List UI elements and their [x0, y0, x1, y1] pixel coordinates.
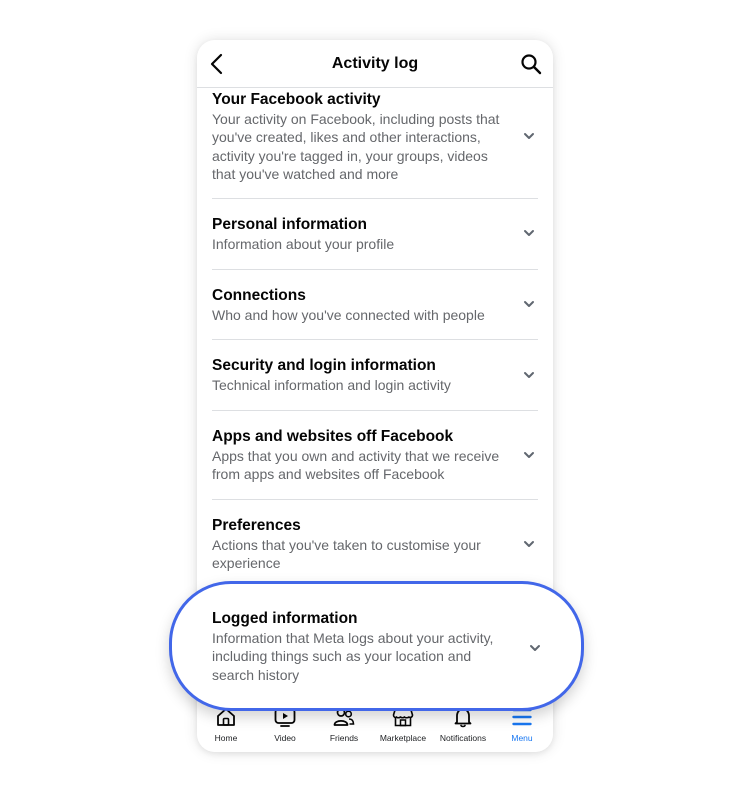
nav-home[interactable]: Home	[197, 706, 255, 743]
divider	[212, 339, 538, 340]
section-apps-and-websites[interactable]: Apps and websites off Facebook Apps that…	[212, 427, 538, 484]
page-title: Activity log	[331, 55, 419, 72]
section-description: Actions that you've taken to customise y…	[212, 537, 481, 572]
section-logged-information[interactable]: Logged information Information that Meta…	[212, 609, 542, 684]
nav-marketplace[interactable]: Marketplace	[374, 706, 432, 743]
section-title: Preferences	[212, 517, 301, 534]
section-title: Security and login information	[212, 357, 436, 374]
app-header: Activity log	[197, 40, 553, 88]
nav-label: Home	[214, 733, 238, 743]
chevron-down-icon	[524, 301, 534, 307]
chevron-down-icon	[524, 230, 534, 236]
section-your-facebook-activity[interactable]: Your Facebook activity Your activity on …	[212, 90, 538, 183]
section-connections[interactable]: Connections Who and how you've connected…	[212, 286, 538, 324]
nav-label: Marketplace	[379, 733, 427, 743]
nav-video[interactable]: Video	[256, 706, 314, 743]
section-title: Apps and websites off Facebook	[212, 428, 454, 445]
section-personal-information[interactable]: Personal information Information about y…	[212, 215, 538, 253]
divider	[212, 499, 538, 500]
section-description: Apps that you own and activity that we r…	[212, 448, 500, 483]
section-description: Technical information and login activity	[212, 377, 451, 393]
divider	[212, 198, 538, 199]
section-description: Information about your profile	[212, 236, 395, 252]
nav-label: Menu	[511, 733, 533, 743]
nav-label: Friends	[329, 733, 359, 743]
search-button[interactable]	[519, 52, 543, 76]
section-title: Logged information	[212, 610, 358, 627]
divider	[212, 410, 538, 411]
section-title: Personal information	[212, 216, 368, 233]
nav-menu[interactable]: Menu	[493, 706, 551, 743]
chevron-down-icon	[530, 645, 540, 651]
chevron-down-icon	[524, 133, 534, 139]
section-title: Connections	[212, 287, 306, 304]
section-preferences[interactable]: Preferences Actions that you've taken to…	[212, 516, 538, 573]
nav-friends[interactable]: Friends	[315, 706, 373, 743]
section-security-and-login[interactable]: Security and login information Technical…	[212, 356, 538, 394]
section-description: Your activity on Facebook, including pos…	[212, 111, 500, 182]
section-title: Your Facebook activity	[212, 91, 381, 108]
nav-label: Video	[274, 733, 296, 743]
nav-label: Notifications	[439, 733, 487, 743]
section-description: Who and how you've connected with people	[212, 307, 485, 323]
divider	[212, 269, 538, 270]
nav-notifications[interactable]: Notifications	[434, 706, 492, 743]
search-icon	[521, 54, 542, 75]
section-description: Information that Meta logs about your ac…	[212, 630, 494, 683]
chevron-down-icon	[524, 452, 534, 458]
chevron-down-icon	[524, 372, 534, 378]
chevron-down-icon	[524, 541, 534, 547]
highlight-callout: Logged information Information that Meta…	[169, 581, 584, 711]
